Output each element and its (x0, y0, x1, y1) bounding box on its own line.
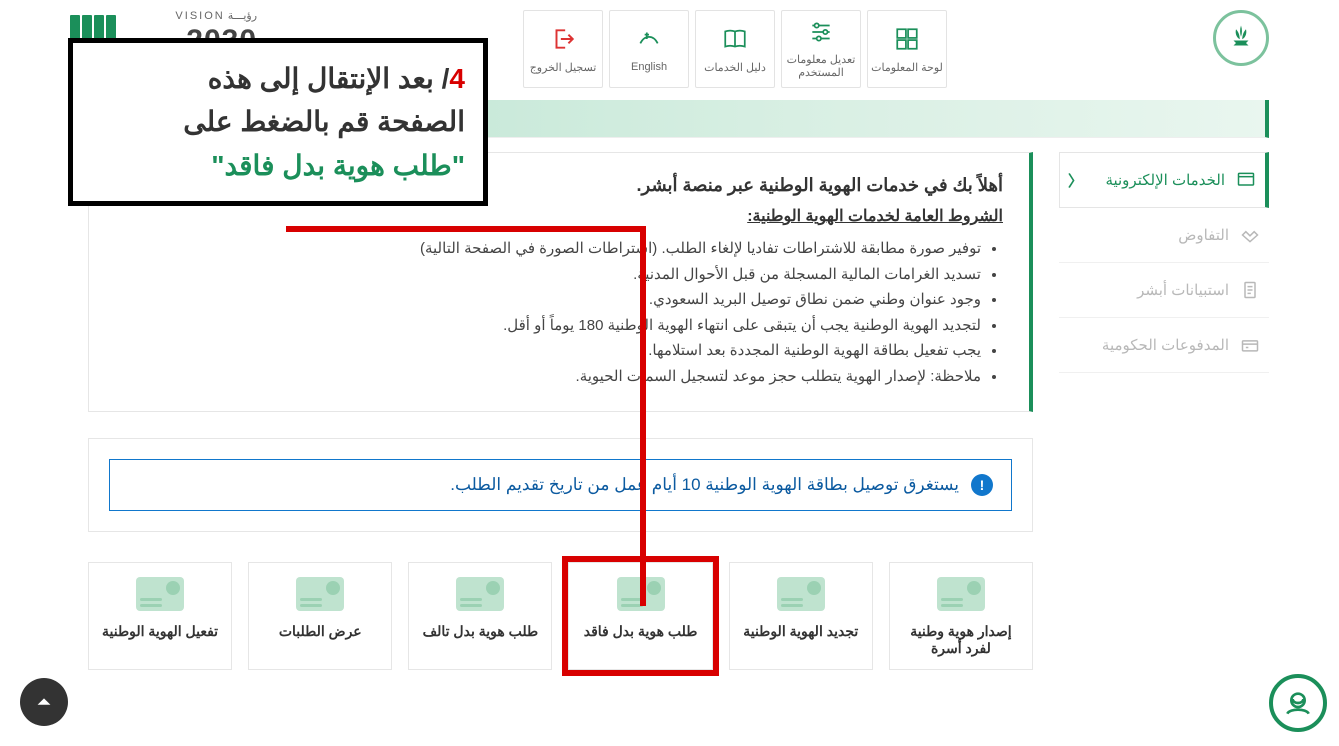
saudi-emblem-icon (1213, 10, 1269, 66)
chevron-left-icon: 〈 (1068, 170, 1083, 191)
terms-item: وجود عنوان وطني ضمن نطاق توصيل البريد ال… (115, 287, 981, 313)
sidebar-eservices-label: الخدمات الإلكترونية (1105, 171, 1225, 189)
card-view-orders[interactable]: عرض الطلبات (248, 562, 392, 670)
orders-icon (296, 577, 344, 611)
service-cards: إصدار هوية وطنية لفرد أسرة تجديد الهوية … (88, 562, 1033, 670)
sidebar-payments-label: المدفوعات الحكومية (1102, 336, 1229, 354)
card-orders-label: عرض الطلبات (279, 623, 362, 640)
vision-line: رؤيـــة VISION (134, 10, 257, 23)
terms-item: تسديد الغرامات المالية المسجلة من قبل ال… (115, 262, 981, 288)
card-renew-id[interactable]: تجديد الهوية الوطنية (729, 562, 873, 670)
terms-item: يجب تفعيل بطاقة الهوية الوطنية المجددة ب… (115, 338, 981, 364)
card-damaged-id[interactable]: طلب هوية بدل تالف (408, 562, 552, 670)
nav-services-guide[interactable]: دليل الخدمات (695, 10, 775, 88)
card-damaged-label: طلب هوية بدل تالف (423, 623, 539, 640)
nav-edit-user[interactable]: تعديل معلومات المستخدم (781, 10, 861, 88)
id-card-icon (456, 577, 504, 611)
id-card-icon (136, 577, 184, 611)
tutorial-line2: الصفحة قم بالضغط على (183, 106, 465, 137)
top-nav: لوحة المعلومات تعديل معلومات المستخدم دل… (523, 10, 947, 88)
handshake-icon (1239, 224, 1261, 246)
main-content: أهلاً بك في خدمات الهوية الوطنية عبر منص… (88, 152, 1033, 670)
logout-icon (549, 25, 577, 53)
nav-edit-user-label: تعديل معلومات المستخدم (782, 54, 860, 80)
support-agent-icon (1282, 687, 1314, 719)
terms-heading: الشروط العامة لخدمات الهوية الوطنية: (115, 206, 1003, 226)
sidebar-negotiation-label: التفاوض (1178, 226, 1229, 244)
terms-item: توفير صورة مطابقة للاشتراطات تفاديا لإلغ… (115, 236, 981, 262)
book-icon (721, 25, 749, 53)
sidebar-item-eservices[interactable]: الخدمات الإلكترونية 〈 (1059, 152, 1269, 208)
nav-dashboard-label: لوحة المعلومات (871, 61, 943, 74)
card-activate-label: تفعيل الهوية الوطنية (102, 623, 218, 640)
tutorial-callout: 4/ بعد الإنتقال إلى هذه الصفحة قم بالضغط… (68, 38, 488, 206)
nav-english-label: English (631, 61, 667, 73)
card-issue-family-label: إصدار هوية وطنية لفرد أسرة (898, 623, 1024, 657)
eservices-icon (1235, 169, 1257, 191)
delivery-info-text: يستغرق توصيل بطاقة الهوية الوطنية 10 أيا… (450, 475, 959, 495)
payments-icon (1239, 334, 1261, 356)
card-issue-family-id[interactable]: إصدار هوية وطنية لفرد أسرة (889, 562, 1033, 670)
sidebar-item-negotiation[interactable]: التفاوض (1059, 208, 1269, 263)
sliders-icon (807, 18, 835, 46)
sidebar: الخدمات الإلكترونية 〈 التفاوض استبيانات … (1059, 152, 1269, 670)
nav-language-english[interactable]: English (609, 10, 689, 88)
id-card-icon (777, 577, 825, 611)
sidebar-item-surveys[interactable]: استبيانات أبشر (1059, 263, 1269, 318)
support-chat-button[interactable] (1269, 674, 1327, 732)
delivery-info-panel: ! يستغرق توصيل بطاقة الهوية الوطنية 10 أ… (88, 438, 1033, 532)
card-lost-label: طلب هوية بدل فاقد (584, 623, 698, 640)
card-activate-id[interactable]: تفعيل الهوية الوطنية (88, 562, 232, 670)
info-icon: ! (971, 474, 993, 496)
tutorial-target-text: "طلب هوية بدل فاقد" (211, 150, 465, 181)
tutorial-step-number: 4 (449, 63, 465, 94)
scroll-to-top-button[interactable] (20, 678, 68, 726)
nav-logout-label: تسجيل الخروج (530, 61, 597, 74)
clipboard-icon (1239, 279, 1261, 301)
terms-item: ملاحظة: لإصدار الهوية يتطلب حجز موعد لتس… (115, 364, 981, 390)
sidebar-item-payments[interactable]: المدفوعات الحكومية (1059, 318, 1269, 373)
nav-guide-label: دليل الخدمات (704, 61, 766, 74)
card-renew-label: تجديد الهوية الوطنية (743, 623, 858, 640)
language-icon (635, 25, 663, 53)
delivery-info: ! يستغرق توصيل بطاقة الهوية الوطنية 10 أ… (109, 459, 1012, 511)
sidebar-surveys-label: استبيانات أبشر (1137, 281, 1229, 299)
terms-item: لتجديد الهوية الوطنية يجب أن يتبقى على ا… (115, 313, 981, 339)
tutorial-line1: / بعد الإنتقال إلى هذه (208, 63, 450, 94)
terms-list: توفير صورة مطابقة للاشتراطات تفاديا لإلغ… (115, 236, 1003, 389)
id-card-icon (617, 577, 665, 611)
dashboard-icon (893, 25, 921, 53)
nav-logout[interactable]: تسجيل الخروج (523, 10, 603, 88)
chevron-up-icon (33, 691, 55, 713)
card-lost-id[interactable]: طلب هوية بدل فاقد (568, 562, 712, 670)
id-card-icon (937, 577, 985, 611)
nav-dashboard[interactable]: لوحة المعلومات (867, 10, 947, 88)
